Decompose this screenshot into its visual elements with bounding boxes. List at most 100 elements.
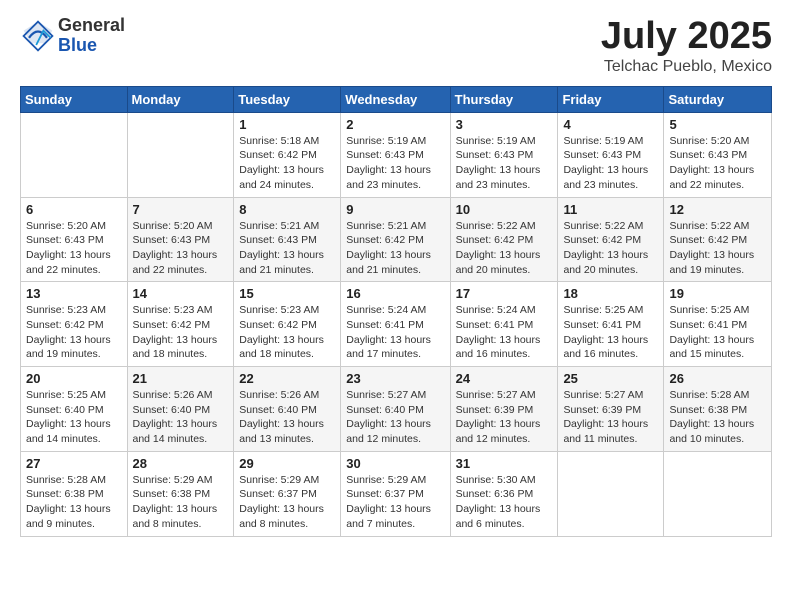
header-monday: Monday	[127, 86, 234, 112]
day-number: 2	[346, 117, 444, 132]
day-number: 18	[563, 286, 658, 301]
day-number: 19	[669, 286, 766, 301]
day-info: Sunrise: 5:19 AM Sunset: 6:43 PM Dayligh…	[563, 134, 658, 193]
day-info: Sunrise: 5:22 AM Sunset: 6:42 PM Dayligh…	[669, 219, 766, 278]
header-tuesday: Tuesday	[234, 86, 341, 112]
calendar-cell: 18 Sunrise: 5:25 AM Sunset: 6:41 PM Dayli…	[558, 282, 664, 367]
day-info: Sunrise: 5:22 AM Sunset: 6:42 PM Dayligh…	[563, 219, 658, 278]
page: General Blue July 2025 Telchac Pueblo, M…	[0, 0, 792, 612]
day-number: 22	[239, 371, 335, 386]
calendar-cell: 10 Sunrise: 5:22 AM Sunset: 6:42 PM Dayli…	[450, 197, 558, 282]
day-info: Sunrise: 5:23 AM Sunset: 6:42 PM Dayligh…	[239, 303, 335, 362]
day-info: Sunrise: 5:26 AM Sunset: 6:40 PM Dayligh…	[133, 388, 229, 447]
day-number: 23	[346, 371, 444, 386]
day-info: Sunrise: 5:29 AM Sunset: 6:37 PM Dayligh…	[239, 473, 335, 532]
day-info: Sunrise: 5:21 AM Sunset: 6:42 PM Dayligh…	[346, 219, 444, 278]
calendar-cell	[558, 451, 664, 536]
header-saturday: Saturday	[664, 86, 772, 112]
day-number: 26	[669, 371, 766, 386]
calendar-cell: 4 Sunrise: 5:19 AM Sunset: 6:43 PM Daylig…	[558, 112, 664, 197]
day-info: Sunrise: 5:25 AM Sunset: 6:40 PM Dayligh…	[26, 388, 122, 447]
day-number: 4	[563, 117, 658, 132]
day-number: 20	[26, 371, 122, 386]
calendar-cell: 30Sunrise: 5:29 AM Sunset: 6:37 PM Dayli…	[341, 451, 450, 536]
day-info: Sunrise: 5:27 AM Sunset: 6:39 PM Dayligh…	[456, 388, 553, 447]
day-number: 10	[456, 202, 553, 217]
calendar-cell: 25 Sunrise: 5:27 AM Sunset: 6:39 PM Dayli…	[558, 367, 664, 452]
day-number: 1	[239, 117, 335, 132]
calendar-cell: 2Sunrise: 5:19 AM Sunset: 6:43 PM Daylig…	[341, 112, 450, 197]
calendar-cell: 14Sunrise: 5:23 AM Sunset: 6:42 PM Dayli…	[127, 282, 234, 367]
day-info: Sunrise: 5:23 AM Sunset: 6:42 PM Dayligh…	[26, 303, 122, 362]
calendar-cell: 26 Sunrise: 5:28 AM Sunset: 6:38 PM Dayli…	[664, 367, 772, 452]
calendar-cell: 27 Sunrise: 5:28 AM Sunset: 6:38 PM Dayli…	[21, 451, 128, 536]
calendar-cell: 7 Sunrise: 5:20 AM Sunset: 6:43 PM Daylig…	[127, 197, 234, 282]
day-info: Sunrise: 5:19 AM Sunset: 6:43 PM Dayligh…	[456, 134, 553, 193]
day-info: Sunrise: 5:29 AM Sunset: 6:38 PM Dayligh…	[133, 473, 229, 532]
day-info: Sunrise: 5:20 AM Sunset: 6:43 PM Dayligh…	[26, 219, 122, 278]
header: General Blue July 2025 Telchac Pueblo, M…	[20, 16, 772, 76]
calendar-cell: 16Sunrise: 5:24 AM Sunset: 6:41 PM Dayli…	[341, 282, 450, 367]
day-number: 25	[563, 371, 658, 386]
day-info: Sunrise: 5:28 AM Sunset: 6:38 PM Dayligh…	[26, 473, 122, 532]
day-info: Sunrise: 5:25 AM Sunset: 6:41 PM Dayligh…	[563, 303, 658, 362]
day-number: 5	[669, 117, 766, 132]
calendar-cell: 8 Sunrise: 5:21 AM Sunset: 6:43 PM Daylig…	[234, 197, 341, 282]
day-info: Sunrise: 5:26 AM Sunset: 6:40 PM Dayligh…	[239, 388, 335, 447]
day-info: Sunrise: 5:22 AM Sunset: 6:42 PM Dayligh…	[456, 219, 553, 278]
calendar-cell: 24 Sunrise: 5:27 AM Sunset: 6:39 PM Dayli…	[450, 367, 558, 452]
day-info: Sunrise: 5:24 AM Sunset: 6:41 PM Dayligh…	[346, 303, 444, 362]
calendar-cell: 1 Sunrise: 5:18 AM Sunset: 6:42 PM Daylig…	[234, 112, 341, 197]
header-friday: Friday	[558, 86, 664, 112]
day-info: Sunrise: 5:27 AM Sunset: 6:40 PM Dayligh…	[346, 388, 444, 447]
calendar-cell	[127, 112, 234, 197]
day-number: 13	[26, 286, 122, 301]
day-number: 15	[239, 286, 335, 301]
calendar-week-row: 27 Sunrise: 5:28 AM Sunset: 6:38 PM Dayli…	[21, 451, 772, 536]
calendar-week-row: 20 Sunrise: 5:25 AM Sunset: 6:40 PM Dayli…	[21, 367, 772, 452]
day-number: 6	[26, 202, 122, 217]
calendar-cell: 28Sunrise: 5:29 AM Sunset: 6:38 PM Dayli…	[127, 451, 234, 536]
calendar-cell: 15 Sunrise: 5:23 AM Sunset: 6:42 PM Dayli…	[234, 282, 341, 367]
header-wednesday: Wednesday	[341, 86, 450, 112]
calendar-cell: 3 Sunrise: 5:19 AM Sunset: 6:43 PM Daylig…	[450, 112, 558, 197]
day-number: 8	[239, 202, 335, 217]
calendar-cell: 22 Sunrise: 5:26 AM Sunset: 6:40 PM Dayli…	[234, 367, 341, 452]
day-number: 27	[26, 456, 122, 471]
calendar-cell: 21 Sunrise: 5:26 AM Sunset: 6:40 PM Dayli…	[127, 367, 234, 452]
month-title: July 2025	[601, 16, 772, 58]
day-number: 7	[133, 202, 229, 217]
calendar-cell: 13 Sunrise: 5:23 AM Sunset: 6:42 PM Dayli…	[21, 282, 128, 367]
calendar-cell	[664, 451, 772, 536]
day-number: 29	[239, 456, 335, 471]
title-block: July 2025 Telchac Pueblo, Mexico	[601, 16, 772, 76]
day-info: Sunrise: 5:21 AM Sunset: 6:43 PM Dayligh…	[239, 219, 335, 278]
calendar-cell	[21, 112, 128, 197]
calendar-cell: 9 Sunrise: 5:21 AM Sunset: 6:42 PM Daylig…	[341, 197, 450, 282]
calendar-cell: 20 Sunrise: 5:25 AM Sunset: 6:40 PM Dayli…	[21, 367, 128, 452]
day-number: 11	[563, 202, 658, 217]
calendar-week-row: 13 Sunrise: 5:23 AM Sunset: 6:42 PM Dayli…	[21, 282, 772, 367]
day-info: Sunrise: 5:24 AM Sunset: 6:41 PM Dayligh…	[456, 303, 553, 362]
calendar-cell: 11 Sunrise: 5:22 AM Sunset: 6:42 PM Dayli…	[558, 197, 664, 282]
logo-blue: Blue	[58, 36, 125, 56]
calendar-cell: 12Sunrise: 5:22 AM Sunset: 6:42 PM Dayli…	[664, 197, 772, 282]
day-info: Sunrise: 5:27 AM Sunset: 6:39 PM Dayligh…	[563, 388, 658, 447]
day-number: 24	[456, 371, 553, 386]
day-info: Sunrise: 5:18 AM Sunset: 6:42 PM Dayligh…	[239, 134, 335, 193]
weekday-header-row: Sunday Monday Tuesday Wednesday Thursday…	[21, 86, 772, 112]
day-info: Sunrise: 5:29 AM Sunset: 6:37 PM Dayligh…	[346, 473, 444, 532]
day-number: 3	[456, 117, 553, 132]
header-sunday: Sunday	[21, 86, 128, 112]
logo-text: General Blue	[58, 16, 125, 56]
day-number: 9	[346, 202, 444, 217]
day-info: Sunrise: 5:28 AM Sunset: 6:38 PM Dayligh…	[669, 388, 766, 447]
day-info: Sunrise: 5:20 AM Sunset: 6:43 PM Dayligh…	[133, 219, 229, 278]
day-number: 14	[133, 286, 229, 301]
day-info: Sunrise: 5:20 AM Sunset: 6:43 PM Dayligh…	[669, 134, 766, 193]
logo-general: General	[58, 16, 125, 36]
logo: General Blue	[20, 16, 125, 56]
day-number: 21	[133, 371, 229, 386]
day-info: Sunrise: 5:25 AM Sunset: 6:41 PM Dayligh…	[669, 303, 766, 362]
calendar-week-row: 6 Sunrise: 5:20 AM Sunset: 6:43 PM Daylig…	[21, 197, 772, 282]
